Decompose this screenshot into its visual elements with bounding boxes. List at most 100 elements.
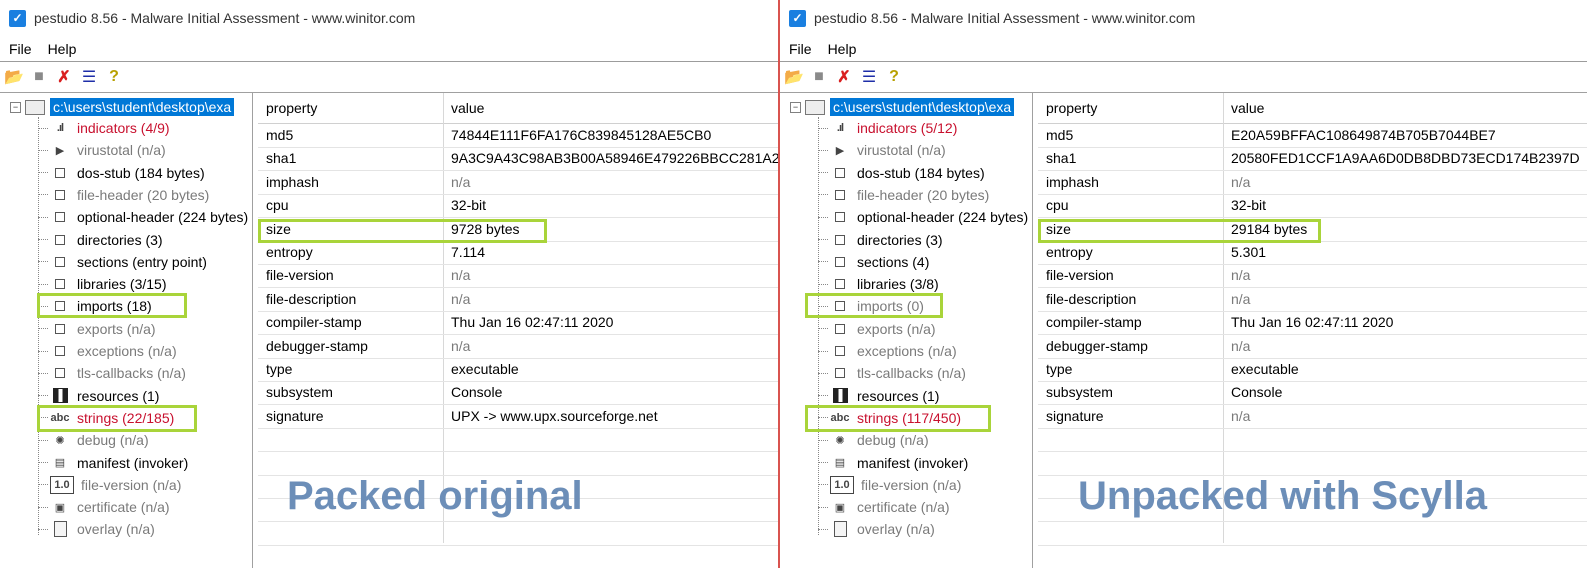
tree-item-resources[interactable]: resources (1) — [818, 385, 939, 407]
table-row-type[interactable]: type executable — [1038, 358, 1587, 382]
tree-item-virustotal[interactable]: ▶ virustotal (n/a) — [38, 139, 166, 161]
tree-item-manifest[interactable]: ▤ manifest (invoker) — [818, 452, 968, 474]
tree-item-file-version[interactable]: 1.0 file-version (n/a) — [818, 474, 961, 496]
table-row-md5[interactable]: md5 E20A59BFFAC108649874B705B7044BE7 — [1038, 124, 1587, 148]
tree-item-dos-stub[interactable]: dos-stub (184 bytes) — [818, 162, 985, 184]
tree-root[interactable]: − c:\users\student\desktop\exa — [790, 97, 1015, 117]
property-cell: file-description — [266, 290, 357, 307]
tree-item-debug[interactable]: ✺ debug (n/a) — [38, 429, 149, 451]
tree-item-certificate[interactable]: ▣ certificate (n/a) — [38, 496, 170, 518]
table-row-debugger-stamp[interactable]: debugger-stamp n/a — [258, 335, 779, 359]
tree-item-libraries[interactable]: libraries (3/15) — [38, 273, 166, 295]
help-icon[interactable]: ? — [884, 67, 904, 87]
table-row-compiler-stamp[interactable]: compiler-stamp Thu Jan 16 02:47:11 2020 — [258, 311, 779, 336]
close-file-icon[interactable]: ✗ — [54, 67, 74, 87]
save-icon[interactable]: ■ — [809, 67, 829, 87]
table-row-subsystem[interactable]: subsystem Console — [1038, 381, 1587, 406]
table-row-debugger-stamp[interactable]: debugger-stamp n/a — [1038, 335, 1587, 359]
list-icon[interactable]: ☰ — [79, 67, 99, 87]
tree-item-debug[interactable]: ✺ debug (n/a) — [818, 429, 929, 451]
tree-item-libraries[interactable]: libraries (3/8) — [818, 273, 939, 295]
menu-help[interactable]: Help — [828, 41, 857, 57]
property-cell: entropy — [1046, 244, 1093, 260]
square-icon-shape — [55, 256, 65, 267]
tree-item-optional-header[interactable]: optional-header (224 bytes) — [818, 206, 1028, 228]
table-row-signature[interactable]: signature UPX -> www.upx.sourceforge.net — [258, 405, 779, 429]
table-row-signature[interactable]: signature n/a — [1038, 405, 1587, 429]
tree-item-indicators[interactable]: .ıl indicators (4/9) — [38, 117, 170, 139]
window-title: pestudio 8.56 - Malware Initial Assessme… — [814, 10, 1196, 26]
list-icon[interactable]: ☰ — [859, 67, 879, 87]
column-header-property[interactable]: property — [1046, 100, 1097, 116]
tree-item-optional-header[interactable]: optional-header (224 bytes) — [38, 206, 248, 228]
tree-item-label: overlay (n/a) — [77, 521, 155, 538]
tree-connector — [818, 484, 828, 486]
column-header-value[interactable]: value — [1231, 100, 1264, 116]
open-folder-icon[interactable]: 📂 — [4, 67, 24, 87]
tree-connector — [38, 395, 48, 397]
property-cell: cpu — [266, 197, 289, 214]
root-path-label[interactable]: c:\users\student\desktop\exa — [50, 98, 235, 116]
table-row-imphash[interactable]: imphash n/a — [258, 171, 779, 195]
table-row-cpu[interactable]: cpu 32-bit — [258, 194, 779, 219]
table-row-file-version[interactable]: file-version n/a — [1038, 264, 1587, 289]
tree-item-virustotal[interactable]: ▶ virustotal (n/a) — [818, 139, 946, 161]
tree-item-tls-callbacks[interactable]: tls-callbacks (n/a) — [818, 362, 966, 384]
table-row-cpu[interactable]: cpu 32-bit — [1038, 194, 1587, 219]
tree-item-sections[interactable]: sections (entry point) — [38, 251, 207, 273]
table-row-entropy[interactable]: entropy 7.114 — [258, 241, 779, 265]
tree-item-overlay[interactable]: overlay (n/a) — [818, 518, 935, 540]
close-file-icon[interactable]: ✗ — [834, 67, 854, 87]
value-cell: Console — [1231, 384, 1283, 401]
tree-item-indicators[interactable]: .ıl indicators (5/12) — [818, 117, 957, 139]
table-row-file-description[interactable]: file-description n/a — [258, 288, 779, 312]
tree-item-tls-callbacks[interactable]: tls-callbacks (n/a) — [38, 362, 186, 384]
tree-item-certificate[interactable]: ▣ certificate (n/a) — [818, 496, 950, 518]
tree-item-exceptions[interactable]: exceptions (n/a) — [38, 340, 177, 362]
table-row-file-version[interactable]: file-version n/a — [258, 264, 779, 289]
tree-item-overlay[interactable]: overlay (n/a) — [38, 518, 155, 540]
table-row-entropy[interactable]: entropy 5.301 — [1038, 241, 1587, 265]
table-row-file-description[interactable]: file-description n/a — [1038, 288, 1587, 312]
tree-item-manifest[interactable]: ▤ manifest (invoker) — [38, 452, 188, 474]
tree-root[interactable]: − c:\users\student\desktop\exa — [10, 97, 235, 117]
table-row-compiler-stamp[interactable]: compiler-stamp Thu Jan 16 02:47:11 2020 — [1038, 311, 1587, 336]
save-icon[interactable]: ■ — [29, 67, 49, 87]
table-row-md5[interactable]: md5 74844E111F6FA176C839845128AE5CB0 — [258, 124, 779, 148]
table-row-type[interactable]: type executable — [258, 358, 779, 382]
collapse-icon[interactable]: − — [790, 101, 801, 113]
square-icon — [50, 343, 70, 359]
column-header-property[interactable]: property — [266, 100, 317, 116]
menu-file[interactable]: File — [9, 41, 32, 57]
help-icon[interactable]: ? — [104, 67, 124, 87]
square-icon — [830, 165, 850, 181]
pestudio-window-unpacked: ✓ pestudio 8.56 - Malware Initial Assess… — [780, 0, 1587, 568]
tree-item-file-header[interactable]: file-header (20 bytes) — [38, 184, 209, 206]
tree-item-exceptions[interactable]: exceptions (n/a) — [818, 340, 957, 362]
table-row-sha1[interactable]: sha1 9A3C9A43C98AB3B00A58946E479226BBCC28… — [258, 147, 779, 172]
table-row-imphash[interactable]: imphash n/a — [1038, 171, 1587, 195]
value-cell: Console — [451, 384, 503, 401]
root-path-label[interactable]: c:\users\student\desktop\exa — [830, 98, 1015, 116]
tree-connector — [38, 216, 48, 218]
menu-file[interactable]: File — [789, 41, 812, 57]
tree-item-file-version[interactable]: 1.0 file-version (n/a) — [38, 474, 181, 496]
open-folder-icon[interactable]: 📂 — [784, 67, 804, 87]
menu-help[interactable]: Help — [48, 41, 77, 57]
tree-item-directories[interactable]: directories (3) — [818, 229, 943, 251]
tree-item-dos-stub[interactable]: dos-stub (184 bytes) — [38, 162, 205, 184]
executable-file-icon — [805, 99, 825, 115]
tree-connector — [38, 439, 48, 441]
collapse-icon[interactable]: − — [10, 101, 21, 113]
tree-item-exports[interactable]: exports (n/a) — [38, 318, 156, 340]
page-icon — [50, 521, 70, 538]
tree-item-directories[interactable]: directories (3) — [38, 229, 163, 251]
table-row-sha1[interactable]: sha1 20580FED1CCF1A9AA6D0DB8DBD73ECD174B2… — [1038, 147, 1587, 172]
tree-item-file-header[interactable]: file-header (20 bytes) — [818, 184, 989, 206]
tree-item-sections[interactable]: sections (4) — [818, 251, 929, 273]
square-icon-shape — [55, 368, 65, 379]
column-header-value[interactable]: value — [451, 100, 484, 116]
tree-item-resources[interactable]: resources (1) — [38, 385, 159, 407]
tree-item-exports[interactable]: exports (n/a) — [818, 318, 936, 340]
table-row-subsystem[interactable]: subsystem Console — [258, 381, 779, 406]
